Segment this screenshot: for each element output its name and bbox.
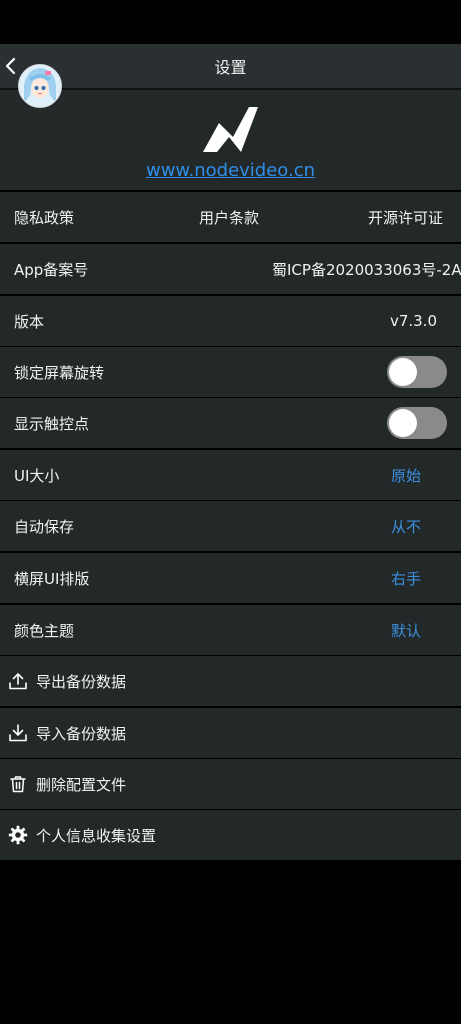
page-title: 设置 xyxy=(214,58,247,77)
theme-label: 颜色主题 xyxy=(14,621,75,640)
version-row: 版本 v7.3.0 xyxy=(0,296,461,346)
export-backup-row[interactable]: 导出备份数据 xyxy=(0,656,461,706)
lock-rotation-toggle[interactable] xyxy=(387,356,447,388)
privacy-collection-settings-row[interactable]: 个人信息收集设置 xyxy=(0,810,461,860)
download-icon xyxy=(9,724,27,742)
avatar[interactable] xyxy=(18,64,62,108)
header-bar: 设置 xyxy=(0,44,461,90)
landscape-layout-row[interactable]: 横屏UI排版 右手 xyxy=(0,553,461,603)
lock-rotation-row[interactable]: 锁定屏幕旋转 xyxy=(0,347,461,397)
landscape-layout-value[interactable]: 右手 xyxy=(391,568,421,589)
ui-size-row[interactable]: UI大小 原始 xyxy=(0,450,461,500)
logo-section: www.nodevideo.cn xyxy=(0,90,461,190)
landscape-layout-label: 横屏UI排版 xyxy=(14,569,90,588)
legal-links-row: 隐私政策 用户条款 开源许可证 xyxy=(0,192,461,242)
upload-icon xyxy=(9,673,27,690)
autosave-label: 自动保存 xyxy=(14,517,75,536)
icp-value: 蜀ICP备2020033063号-2A xyxy=(272,260,461,279)
show-touches-label: 显示触控点 xyxy=(14,414,90,433)
theme-row[interactable]: 颜色主题 默认 xyxy=(0,605,461,655)
version-label: 版本 xyxy=(14,312,45,331)
ui-size-label: UI大小 xyxy=(14,466,60,485)
theme-value[interactable]: 默认 xyxy=(391,620,421,641)
toggle-knob xyxy=(389,358,417,386)
avatar-image xyxy=(19,65,61,107)
import-backup-row[interactable]: 导入备份数据 xyxy=(0,708,461,758)
icp-label: App备案号 xyxy=(14,260,89,279)
nodevideo-logo-icon xyxy=(203,107,258,152)
user-terms-link[interactable]: 用户条款 xyxy=(199,207,259,228)
privacy-policy-link[interactable]: 隐私政策 xyxy=(14,207,74,228)
ui-size-value[interactable]: 原始 xyxy=(391,465,421,486)
autosave-value[interactable]: 从不 xyxy=(391,516,421,537)
icp-row: App备案号 蜀ICP备2020033063号-2A xyxy=(0,244,461,294)
website-link[interactable]: www.nodevideo.cn xyxy=(0,160,461,181)
version-value: v7.3.0 xyxy=(389,312,437,330)
delete-config-row[interactable]: 删除配置文件 xyxy=(0,759,461,809)
export-backup-label: 导出备份数据 xyxy=(36,672,127,691)
status-bar xyxy=(0,0,461,44)
back-button[interactable] xyxy=(0,54,20,78)
toggle-knob xyxy=(389,409,417,437)
privacy-collection-settings-label: 个人信息收集设置 xyxy=(36,826,157,845)
trash-icon xyxy=(10,776,26,793)
delete-config-label: 删除配置文件 xyxy=(36,775,127,794)
gear-icon xyxy=(8,825,28,845)
show-touches-toggle[interactable] xyxy=(387,407,447,439)
open-source-license-link[interactable]: 开源许可证 xyxy=(368,207,443,228)
import-backup-label: 导入备份数据 xyxy=(36,724,127,743)
chevron-left-icon xyxy=(5,57,16,75)
lock-rotation-label: 锁定屏幕旋转 xyxy=(14,363,105,382)
show-touches-row[interactable]: 显示触控点 xyxy=(0,398,461,448)
autosave-row[interactable]: 自动保存 从不 xyxy=(0,501,461,551)
